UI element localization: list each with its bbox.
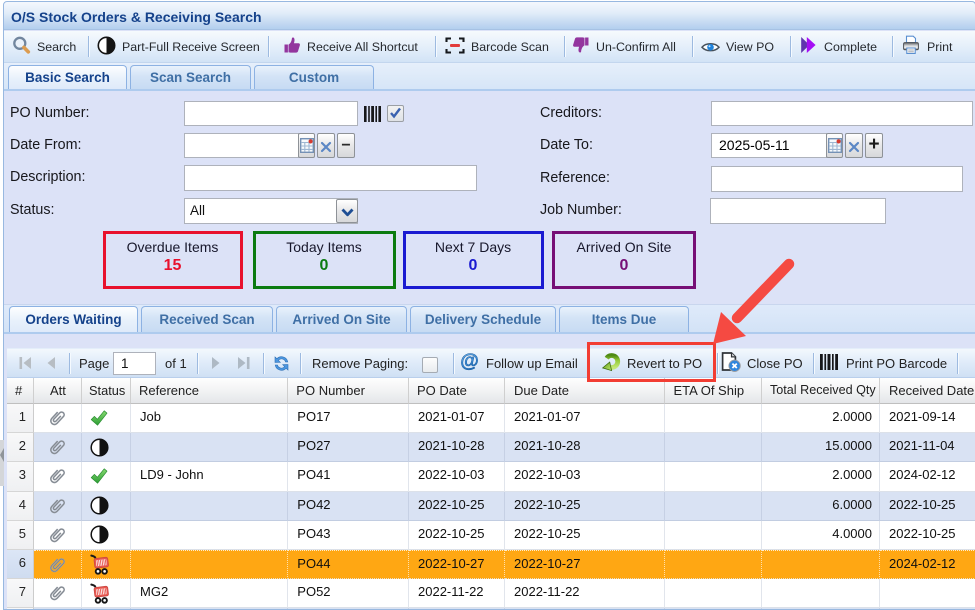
- svg-text:@: @: [460, 351, 479, 372]
